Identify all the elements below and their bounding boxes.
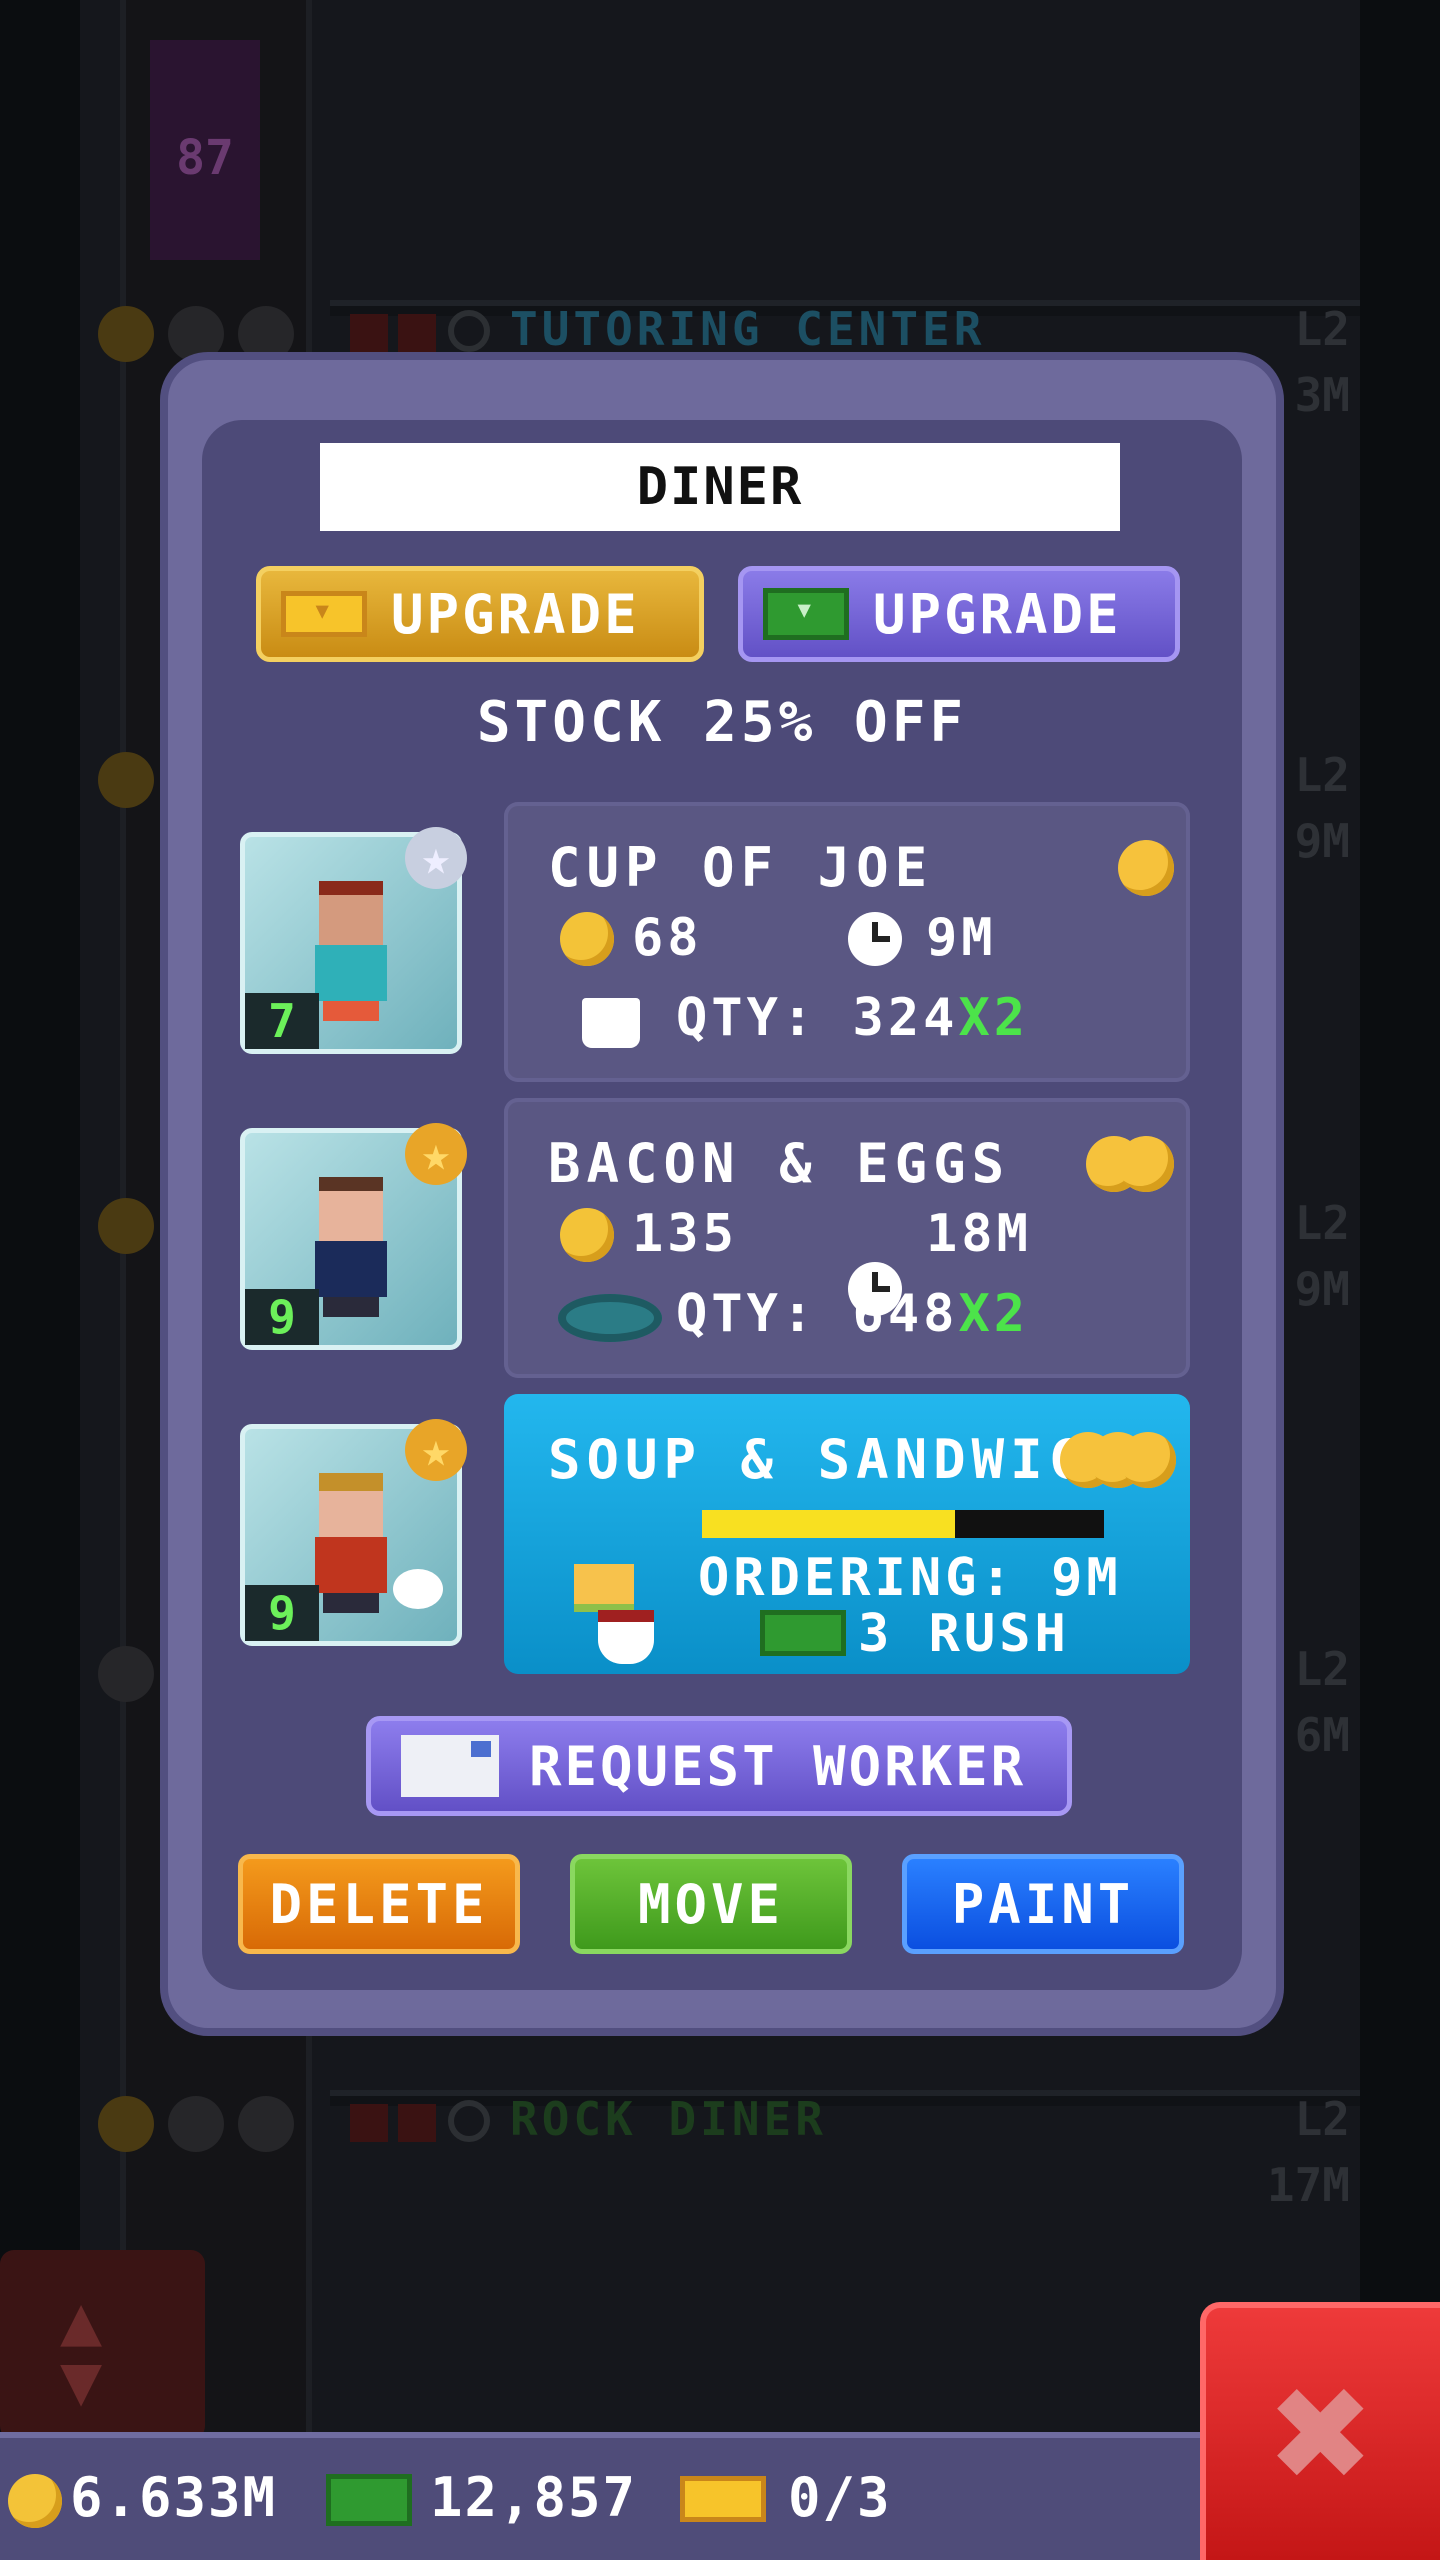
delete-button[interactable]: DELETE [238, 1854, 520, 1954]
bux-balance: 12,857 [430, 2466, 638, 2529]
x-icon [398, 314, 436, 352]
coin-icon [560, 1208, 614, 1262]
request-worker-label: REQUEST WORKER [529, 1734, 1027, 1798]
bux-icon [760, 1610, 846, 1656]
coin-tier-icon [1120, 1432, 1176, 1488]
floor-coin-icon [98, 752, 154, 808]
coin-tier-icon [1118, 840, 1174, 896]
floor-number: 87 [150, 40, 260, 260]
silver-star-icon: ★ [405, 827, 467, 889]
bux-icon [326, 2474, 412, 2526]
rush-button[interactable]: 3 RUSH [858, 1604, 1070, 1664]
x-icon [398, 2104, 436, 2142]
x-icon [350, 2104, 388, 2142]
upgrade-label: UPGRADE [873, 582, 1122, 646]
bux-icon [763, 588, 849, 640]
ticket-count: 0/3 [788, 2466, 892, 2529]
floor-coin-icon [238, 2096, 294, 2152]
clock-icon [448, 310, 490, 352]
floor-income: 17M [1266, 2158, 1350, 2212]
floor-name[interactable]: ROCK DINER [510, 2092, 827, 2146]
elevator-control-button[interactable]: ▲ ▼ [0, 2250, 205, 2440]
order-progress-fill [702, 1510, 956, 1538]
floor-level: L2 [1294, 2092, 1350, 2146]
worker-avatar [309, 881, 393, 1021]
envelope-icon [401, 1735, 499, 1797]
move-button[interactable]: MOVE [570, 1854, 852, 1954]
floor-coin-icon [98, 2096, 154, 2152]
coin-balance: 6.633M [70, 2466, 278, 2529]
worker-avatar [309, 1177, 393, 1317]
coin-icon [8, 2474, 62, 2528]
close-icon: ✖ [1271, 2334, 1375, 2532]
worker-level: 9 [245, 1585, 319, 1641]
coin-tier-icon [1118, 1136, 1174, 1192]
paint-button[interactable]: PAINT [902, 1854, 1184, 1954]
worker-avatar [309, 1473, 393, 1613]
product-price: 135 [632, 1204, 738, 1264]
upgrade-label: UPGRADE [391, 582, 640, 646]
stock-discount-text: STOCK 25% OFF [476, 690, 968, 755]
product-name: BACON & EGGS [548, 1132, 1011, 1195]
ticket-icon [281, 590, 367, 637]
upgrade-bux-button[interactable]: UPGRADE [738, 566, 1180, 662]
x-icon [350, 314, 388, 352]
floor-level: L2 [1294, 302, 1350, 356]
ticket-icon [680, 2476, 766, 2522]
coffee-mug-icon [582, 998, 640, 1048]
gold-star-icon: ★ [405, 1123, 467, 1185]
product-name: SOUP & SANDWIC [548, 1428, 1088, 1491]
product-time: 18M [926, 1204, 1032, 1264]
bacon-eggs-icon [558, 1294, 662, 1342]
order-progress-bar [702, 1510, 1104, 1538]
worker-card[interactable]: ★ 7 [240, 827, 467, 1054]
floor-coin-icon [98, 1198, 154, 1254]
product-time: 9M [926, 908, 997, 968]
up-down-arrow-icon: ▲ ▼ [60, 2279, 103, 2421]
worker-card[interactable]: ★ 9 [240, 1123, 467, 1350]
worker-level: 9 [245, 1289, 319, 1345]
floor-name[interactable]: TUTORING CENTER [510, 302, 985, 356]
worker-level: 7 [245, 993, 319, 1049]
gold-star-icon: ★ [405, 1419, 467, 1481]
clock-icon [848, 912, 902, 966]
floor-coin-icon [168, 306, 224, 362]
clock-icon [448, 2100, 490, 2142]
close-button[interactable]: ✖ [1200, 2302, 1440, 2560]
floor-title[interactable]: DINER [320, 443, 1120, 531]
product-quantity: QTY: 648X2 [676, 1284, 1030, 1344]
worker-card[interactable]: ★ 9 [240, 1419, 467, 1646]
coin-icon [560, 912, 614, 966]
floor-coin-icon [98, 1646, 154, 1702]
pet-icon [393, 1569, 443, 1609]
upgrade-ticket-button[interactable]: UPGRADE [256, 566, 704, 662]
product-price: 68 [632, 908, 703, 968]
soup-sandwich-icon [564, 1564, 656, 1664]
floor-coin-icon [238, 306, 294, 362]
product-quantity: QTY: 324X2 [676, 988, 1030, 1048]
request-worker-button[interactable]: REQUEST WORKER [366, 1716, 1072, 1816]
floor-coin-icon [168, 2096, 224, 2152]
ordering-status: ORDERING: 9M [698, 1548, 1122, 1608]
product-name: CUP OF JOE [548, 836, 934, 899]
floor-coin-icon [98, 306, 154, 362]
floor-divider [330, 2090, 1360, 2106]
